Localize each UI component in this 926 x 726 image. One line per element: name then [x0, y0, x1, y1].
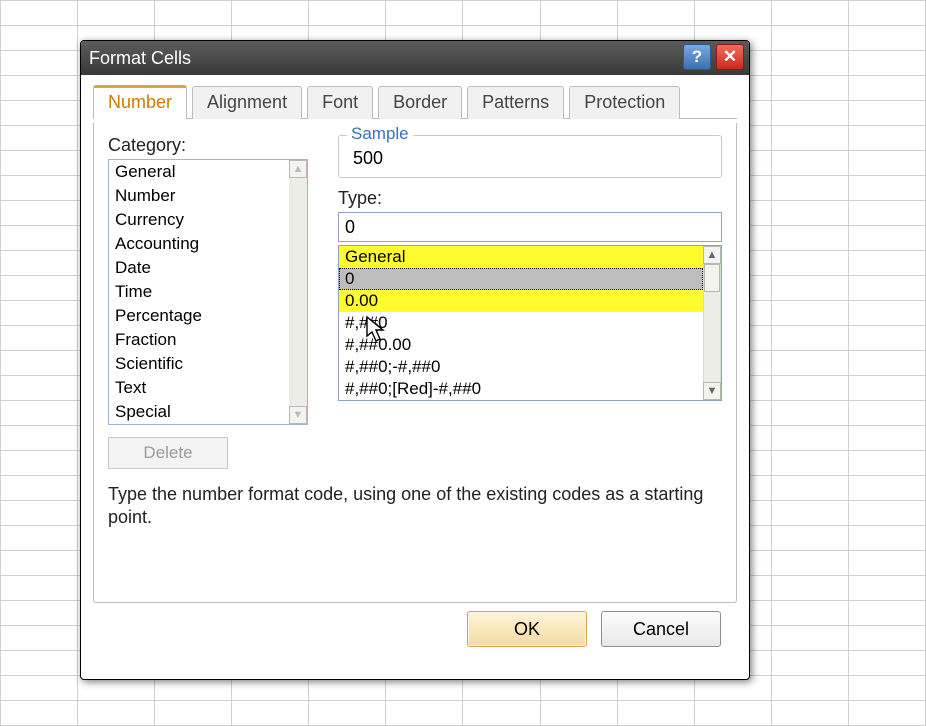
- category-item[interactable]: Number: [109, 184, 289, 208]
- hint-text: Type the number format code, using one o…: [108, 483, 722, 528]
- format-item[interactable]: #,##0: [339, 312, 703, 334]
- tab-border[interactable]: Border: [378, 86, 462, 119]
- format-list[interactable]: General00.00#,##0#,##0.00#,##0;-#,##0#,#…: [338, 245, 722, 401]
- dialog-title: Format Cells: [89, 48, 191, 69]
- category-listbox[interactable]: GeneralNumberCurrencyAccountingDateTimeP…: [108, 159, 308, 425]
- category-scrollbar[interactable]: ▲ ▼: [289, 160, 307, 424]
- category-item[interactable]: Currency: [109, 208, 289, 232]
- cancel-button[interactable]: Cancel: [601, 611, 721, 647]
- category-item[interactable]: Time: [109, 280, 289, 304]
- category-item[interactable]: Percentage: [109, 304, 289, 328]
- format-item[interactable]: 0.00: [339, 290, 703, 312]
- category-item[interactable]: Text: [109, 376, 289, 400]
- format-item[interactable]: #,##0;[Red]-#,##0: [339, 378, 703, 400]
- ok-button[interactable]: OK: [467, 611, 587, 647]
- sample-value: 500: [349, 148, 711, 169]
- tabpage-number: Category: GeneralNumberCurrencyAccountin…: [93, 123, 737, 603]
- close-button[interactable]: ✕: [716, 44, 744, 70]
- category-item[interactable]: Special: [109, 400, 289, 424]
- type-input[interactable]: [338, 212, 722, 242]
- scroll-down-icon[interactable]: ▼: [289, 406, 307, 424]
- category-item[interactable]: General: [109, 160, 289, 184]
- category-item[interactable]: Scientific: [109, 352, 289, 376]
- scroll-up-icon[interactable]: ▲: [289, 160, 307, 178]
- type-label: Type:: [338, 188, 722, 209]
- tab-number[interactable]: Number: [93, 85, 187, 119]
- category-item[interactable]: Accounting: [109, 232, 289, 256]
- tab-font[interactable]: Font: [307, 86, 373, 119]
- help-button[interactable]: ?: [683, 44, 711, 70]
- format-item[interactable]: 0: [339, 268, 703, 290]
- sample-group: Sample 500: [338, 135, 722, 178]
- format-item[interactable]: #,##0.00: [339, 334, 703, 356]
- button-row: OK Cancel: [93, 603, 737, 661]
- tabstrip: Number Alignment Font Border Patterns Pr…: [93, 83, 737, 119]
- scroll-up-icon[interactable]: ▲: [703, 246, 721, 264]
- tab-patterns[interactable]: Patterns: [467, 86, 564, 119]
- titlebar: Format Cells ? ✕: [81, 41, 749, 75]
- format-cells-dialog: Format Cells ? ✕ Number Alignment Font B…: [80, 40, 750, 680]
- scroll-down-icon[interactable]: ▼: [703, 382, 721, 400]
- sample-legend: Sample: [347, 124, 413, 144]
- dialog-body: Number Alignment Font Border Patterns Pr…: [81, 75, 749, 679]
- close-icon: ✕: [723, 47, 737, 67]
- category-label: Category:: [108, 135, 308, 156]
- format-item[interactable]: #,##0;-#,##0: [339, 356, 703, 378]
- tab-protection[interactable]: Protection: [569, 86, 680, 119]
- tab-alignment[interactable]: Alignment: [192, 86, 302, 119]
- category-item[interactable]: Fraction: [109, 328, 289, 352]
- format-item[interactable]: General: [339, 246, 703, 268]
- delete-button: Delete: [108, 437, 228, 469]
- format-scrollbar[interactable]: ▲ ▼: [703, 246, 721, 400]
- category-item[interactable]: Date: [109, 256, 289, 280]
- scrollbar-thumb[interactable]: [704, 264, 720, 292]
